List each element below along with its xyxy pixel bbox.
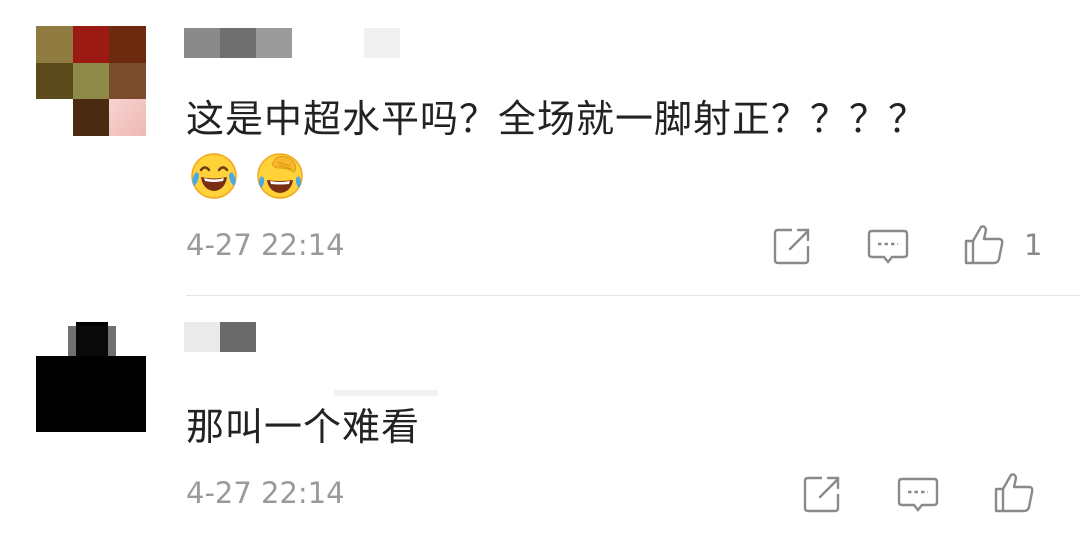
comment-text: 这是中超水平吗？全场就一脚射正？？？？ <box>186 97 928 141</box>
avatar-pixel <box>109 62 146 100</box>
comment-item: 那叫一个难看 4-27 22:14 <box>0 296 1080 537</box>
blur-block <box>184 28 220 58</box>
share-icon[interactable] <box>770 224 814 268</box>
comment-icon[interactable] <box>866 224 910 268</box>
avatar[interactable] <box>36 26 146 136</box>
comment-text: 那叫一个难看 <box>186 405 421 449</box>
username-blurred[interactable] <box>184 322 444 396</box>
laughing-tears-emoji <box>191 153 237 199</box>
username-blurred[interactable] <box>184 28 404 58</box>
comment-item: 这是中超水平吗？全场就一脚射正？？？？ 4-27 22:14 1 <box>0 0 1080 296</box>
like-count: 1 <box>1024 228 1043 262</box>
blur-block <box>220 28 256 58</box>
avatar-pixel <box>72 62 110 100</box>
facepalm-crying-emoji <box>257 153 303 199</box>
avatar-pixel <box>36 99 73 136</box>
avatar[interactable] <box>36 322 146 432</box>
blur-block <box>364 28 400 58</box>
blur-block <box>220 322 256 352</box>
avatar-pixel <box>109 99 146 136</box>
blur-block <box>256 28 292 58</box>
avatar-pixel <box>36 26 73 63</box>
blur-block <box>184 322 220 352</box>
thumbs-up-icon[interactable] <box>962 222 1006 266</box>
thumbs-up-icon[interactable] <box>992 470 1036 514</box>
avatar-silhouette <box>36 322 146 432</box>
timestamp: 4-27 22:14 <box>186 476 345 510</box>
comment-icon[interactable] <box>896 472 940 516</box>
avatar-pixel <box>72 99 110 136</box>
avatar-pixel <box>72 26 110 63</box>
avatar-pixel <box>36 62 73 100</box>
timestamp: 4-27 22:14 <box>186 228 345 262</box>
avatar-pixel <box>109 26 146 63</box>
share-icon[interactable] <box>800 472 844 516</box>
